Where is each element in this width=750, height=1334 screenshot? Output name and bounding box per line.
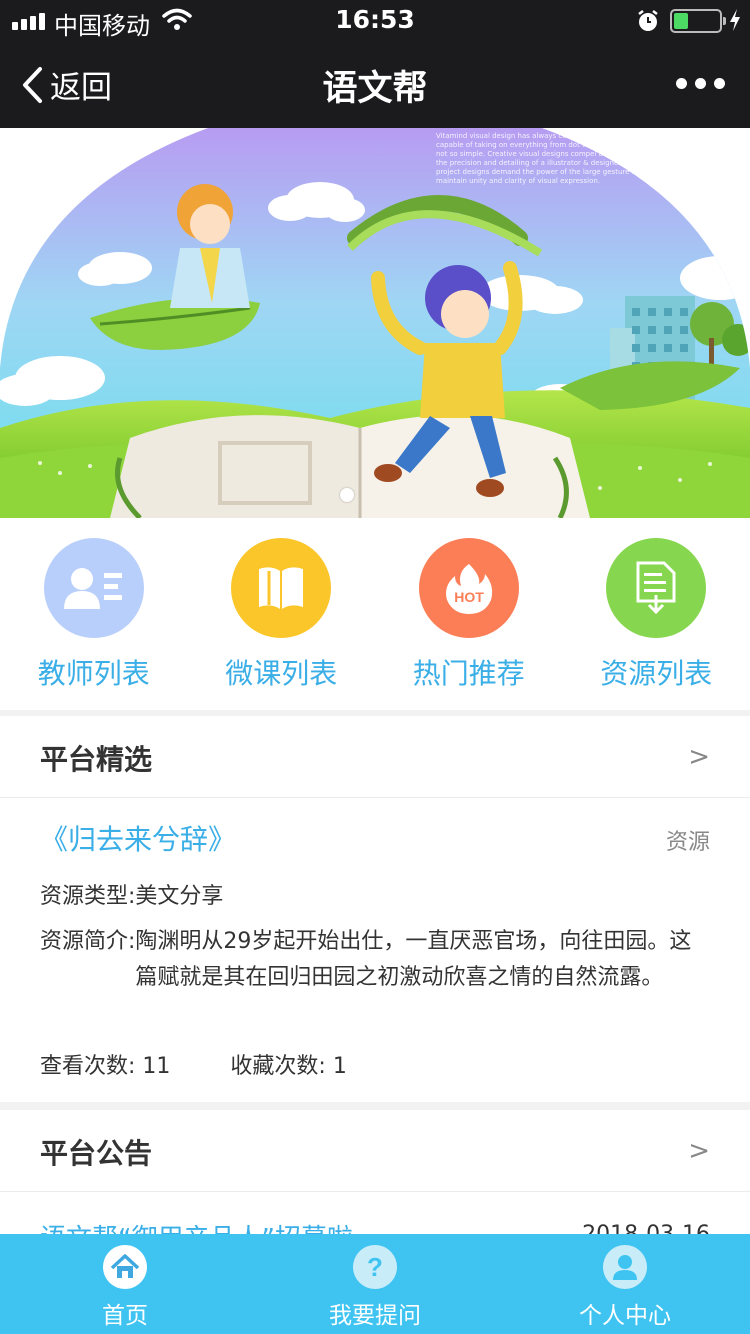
svg-text:?: ? [367,1252,383,1282]
resource-tag: 资源 [665,830,710,855]
resource-title[interactable]: 《归去来兮辞》 [40,818,236,858]
hot-flame-icon: HOT [418,538,519,638]
tab-bar: 首页 ? 我要提问 个人中心 [0,1234,750,1334]
tab-label: 个人中心 [579,1303,671,1329]
more-button[interactable] [676,78,725,89]
hot-badge-text: HOT [454,589,484,605]
nav-bar: 返回 语文帮 [0,40,750,128]
top-bar: 中国移动 16:53 返回 语文帮 [0,0,750,128]
view-count-label: 查看次数: [40,1054,143,1079]
quick-item-label: 微课列表 [225,657,338,690]
quick-item-label: 教师列表 [37,657,150,690]
question-icon: ? [353,1245,397,1289]
chevron-right-icon[interactable]: > [688,1136,710,1166]
chevron-right-icon[interactable]: > [688,742,710,772]
resource-desc-label: 资源简介: [40,929,136,954]
document-download-icon [606,538,707,638]
notice-date: 2018-03-16 [582,1222,710,1234]
banner-illustration [0,128,750,518]
quick-item-label: 资源列表 [600,657,713,690]
view-count-value: 11 [142,1054,171,1079]
page-title: 语文帮 [322,69,428,109]
resource-stats: 查看次数: 11 收藏次数: 1 [40,1048,347,1080]
quick-item-teacher-list[interactable]: 教师列表 [0,518,188,710]
resource-type-value: 美文分享 [135,884,224,909]
tab-profile[interactable]: 个人中心 [500,1234,750,1334]
resource-type-label: 资源类型: [40,884,136,909]
quick-item-resource-list[interactable]: 资源列表 [563,518,750,710]
featured-header[interactable]: 平台精选 > [0,716,750,798]
banner-caption: Vitamind visual design has always consci… [436,132,674,185]
battery-level [674,13,688,29]
featured-item[interactable]: 《归去来兮辞》 资源 资源类型:美文分享 资源简介: 陶渊明从29岁起开始出仕，… [0,798,750,1102]
tab-ask-question[interactable]: ? 我要提问 [250,1234,500,1334]
tab-home[interactable]: 首页 [0,1234,250,1334]
resource-description: 资源简介: 陶渊明从29岁起开始出仕，一直厌恶官场，向往田园。这篇赋就是其在回归… [40,924,700,996]
section-title: 平台精选 [40,743,153,776]
status-bar: 中国移动 16:53 [0,0,750,40]
notice-section: 平台公告 > 语文帮“御用产品人”招募啦 2018-03-16 [0,1110,750,1234]
featured-section: 平台精选 > 《归去来兮辞》 资源 资源类型:美文分享 资源简介: 陶渊明从29… [0,716,750,1102]
home-icon [103,1245,147,1289]
charging-bolt-icon [730,9,740,31]
favorite-count-label: 收藏次数: [230,1054,333,1079]
resource-desc-value: 陶渊明从29岁起开始出仕，一直厌恶官场，向往田园。这篇赋就是其在回归田园之初激动… [135,929,692,990]
tab-label: 首页 [102,1303,148,1329]
tab-label: 我要提问 [329,1303,421,1329]
section-title: 平台公告 [40,1137,153,1170]
view-count: 查看次数: 11 [40,1048,170,1080]
notice-title[interactable]: 语文帮“御用产品人”招募啦 [40,1218,353,1234]
open-book-icon [231,538,332,638]
teacher-card-icon [43,538,144,638]
carousel-indicator[interactable] [340,488,354,502]
quick-item-label: 热门推荐 [412,657,525,690]
resource-type: 资源类型:美文分享 [40,878,223,910]
more-dot-icon [695,78,706,89]
notice-header[interactable]: 平台公告 > [0,1110,750,1192]
quick-item-microlesson-list[interactable]: 微课列表 [188,518,376,710]
battery-icon [670,9,726,33]
notice-item[interactable]: 语文帮“御用产品人”招募啦 2018-03-16 [0,1192,750,1234]
quick-menu: 教师列表 微课列表 HOT 热门推荐 资源列表 [0,518,750,710]
banner-carousel[interactable]: Vitamind visual design has always consci… [0,128,750,518]
more-dot-icon [676,78,687,89]
quick-item-hot-recommend[interactable]: HOT 热门推荐 [375,518,563,710]
more-dot-icon [714,78,725,89]
alarm-icon [638,10,658,31]
favorite-count-value: 1 [332,1054,347,1079]
user-icon [603,1245,647,1289]
favorite-count: 收藏次数: 1 [230,1048,346,1080]
